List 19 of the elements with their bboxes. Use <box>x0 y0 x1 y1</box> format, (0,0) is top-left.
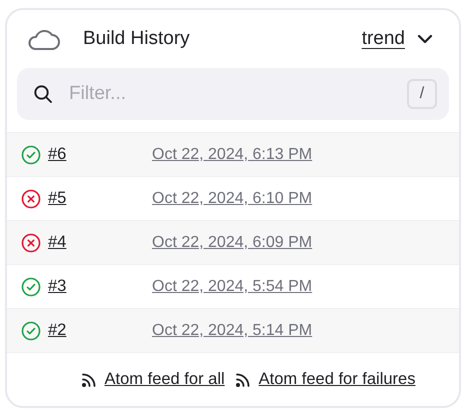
rss-icon <box>80 372 97 388</box>
build-number-link[interactable]: #2 <box>48 321 152 340</box>
rss-icon <box>234 372 251 388</box>
build-time-link[interactable]: Oct 22, 2024, 6:13 PM <box>152 146 312 164</box>
build-time-link[interactable]: Oct 22, 2024, 5:14 PM <box>152 322 312 340</box>
panel-title: Build History <box>83 28 191 50</box>
build-number-link[interactable]: #4 <box>48 233 152 252</box>
build-time-link[interactable]: Oct 22, 2024, 5:54 PM <box>152 278 312 296</box>
build-time-link[interactable]: Oct 22, 2024, 6:09 PM <box>152 234 312 252</box>
build-number-link[interactable]: #5 <box>48 189 152 208</box>
build-number-link[interactable]: #6 <box>48 145 152 164</box>
atom-feed-link[interactable]: Atom feed for all <box>104 370 225 389</box>
cloud-icon <box>27 27 61 51</box>
build-time-link[interactable]: Oct 22, 2024, 6:10 PM <box>152 190 312 208</box>
build-number-link[interactable]: #3 <box>48 277 152 296</box>
trend-link[interactable]: trend <box>362 28 405 50</box>
atom-feed-link[interactable]: Atom feed for failures <box>258 370 416 389</box>
chevron-down-icon[interactable] <box>417 34 433 44</box>
keyboard-shortcut: / <box>407 79 437 109</box>
